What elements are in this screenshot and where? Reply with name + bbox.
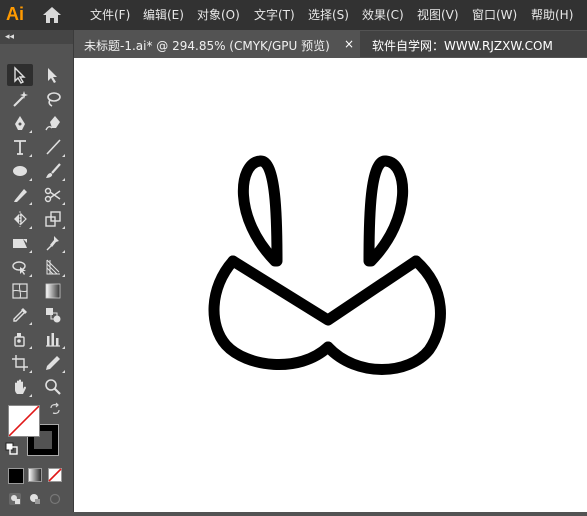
artboard-canvas[interactable]	[74, 58, 587, 512]
paintbrush-tool-icon[interactable]	[40, 160, 66, 182]
pen-tool-icon[interactable]	[7, 112, 33, 134]
fill-color-swatch[interactable]	[8, 405, 40, 437]
gradient-tool-icon[interactable]	[40, 280, 66, 302]
menu-object[interactable]: 对象(O)	[197, 7, 240, 23]
slice-tool-icon[interactable]	[40, 352, 66, 374]
reflect-tool-icon[interactable]	[7, 208, 33, 230]
draw-inside-icon[interactable]	[48, 492, 62, 506]
eyedropper-tool-icon[interactable]	[7, 304, 33, 326]
pencil-tool-icon[interactable]	[7, 184, 33, 206]
default-fill-stroke-icon[interactable]	[5, 442, 19, 456]
close-icon[interactable]: ×	[344, 37, 354, 51]
line-segment-tool-icon[interactable]	[40, 136, 66, 158]
symbol-sprayer-tool-icon[interactable]	[7, 328, 33, 350]
watermark-text: 软件自学网：WWW.RJZXW.COM	[372, 39, 553, 53]
tools-panel-header: ◂◂	[0, 30, 73, 44]
menu-effect[interactable]: 效果(C)	[362, 7, 404, 23]
type-tool-icon[interactable]	[7, 136, 33, 158]
zoom-tool-icon[interactable]	[40, 376, 66, 398]
bra-artwork[interactable]	[74, 58, 587, 512]
curvature-tool-icon[interactable]	[40, 112, 66, 134]
scale-tool-icon[interactable]	[40, 208, 66, 230]
free-transform-tool-icon[interactable]	[7, 256, 33, 278]
blend-tool-icon[interactable]	[40, 304, 66, 326]
mesh-tool-icon[interactable]	[7, 280, 33, 302]
perspective-grid-tool-icon[interactable]	[40, 256, 66, 278]
draw-normal-icon[interactable]	[8, 492, 22, 506]
menu-type[interactable]: 文字(T)	[254, 7, 295, 23]
selection-tool-icon[interactable]	[7, 64, 33, 86]
scissors-tool-icon[interactable]	[40, 184, 66, 206]
none-mode-button[interactable]	[48, 468, 62, 482]
document-tab[interactable]: 未标题-1.ai* @ 294.85% (CMYK/GPU 预览) ×	[74, 31, 360, 57]
home-icon[interactable]	[42, 6, 62, 24]
ellipse-tool-icon[interactable]	[7, 160, 33, 182]
none-slash-icon	[9, 406, 39, 436]
menu-file[interactable]: 文件(F)	[90, 7, 130, 23]
tools-panel: ◂◂	[0, 30, 74, 512]
menu-bar: Ai 文件(F) 编辑(E) 对象(O) 文字(T) 选择(S) 效果(C) 视…	[0, 0, 587, 30]
menu-help[interactable]: 帮助(H)	[531, 7, 573, 23]
document-tab-title: 未标题-1.ai* @ 294.85% (CMYK/GPU 预览)	[84, 39, 330, 53]
draw-behind-icon[interactable]	[28, 492, 42, 506]
color-mode-button[interactable]	[8, 468, 24, 484]
swap-fill-stroke-icon[interactable]	[48, 402, 62, 416]
lasso-tool-icon[interactable]	[40, 88, 66, 110]
direct-selection-tool-icon[interactable]	[40, 64, 66, 86]
puppet-warp-tool-icon[interactable]	[40, 232, 66, 254]
menu-select[interactable]: 选择(S)	[308, 7, 349, 23]
menu-window[interactable]: 窗口(W)	[472, 7, 517, 23]
menu-view[interactable]: 视图(V)	[417, 7, 459, 23]
column-graph-tool-icon[interactable]	[40, 328, 66, 350]
menu-edit[interactable]: 编辑(E)	[143, 7, 184, 23]
eraser-tool-icon[interactable]	[7, 232, 33, 254]
gradient-mode-button[interactable]	[28, 468, 42, 482]
hand-tool-icon[interactable]	[7, 376, 33, 398]
artboard-tool-icon[interactable]	[7, 352, 33, 374]
app-logo: Ai	[6, 4, 24, 24]
magic-wand-tool-icon[interactable]	[7, 88, 33, 110]
collapse-icon[interactable]: ◂◂	[5, 30, 14, 44]
